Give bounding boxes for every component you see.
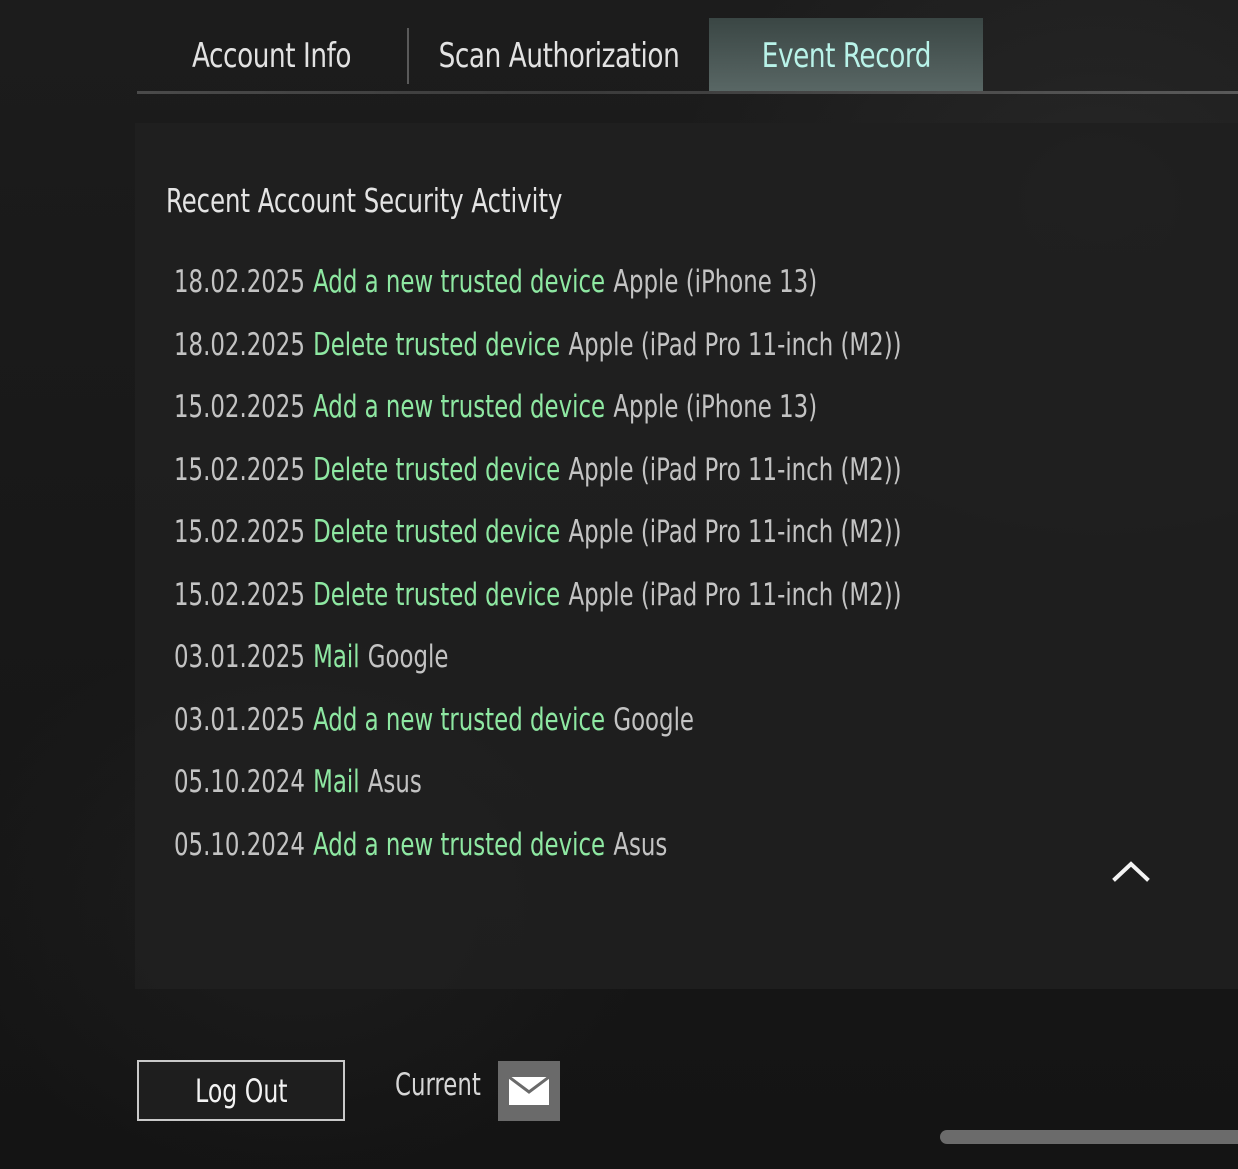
event-date: 15.02.2025 xyxy=(174,389,305,426)
event-row: 03.01.2025 Add a new trusted device Goog… xyxy=(174,689,902,752)
tab-account-info[interactable]: Account Info xyxy=(137,18,407,94)
event-action: Add a new trusted device xyxy=(313,826,606,863)
event-date: 18.02.2025 xyxy=(174,326,305,363)
event-row: 03.01.2025 Mail Google xyxy=(174,626,902,689)
event-device: Asus xyxy=(367,764,422,801)
event-action: Delete trusted device xyxy=(313,326,561,363)
tab-scan-authorization[interactable]: Scan Authorization xyxy=(409,18,709,94)
event-date: 15.02.2025 xyxy=(174,451,305,488)
event-row: 05.10.2024 Add a new trusted device Asus xyxy=(174,814,902,877)
panel-title: Recent Account Security Activity xyxy=(166,181,563,220)
tab-underline xyxy=(137,91,1238,94)
event-date: 05.10.2024 xyxy=(174,764,305,801)
event-action: Delete trusted device xyxy=(313,576,561,613)
event-action: Mail xyxy=(313,639,360,676)
logout-button[interactable]: Log Out xyxy=(137,1060,345,1121)
tab-label: Account Info xyxy=(192,36,352,76)
event-row: 18.02.2025 Delete trusted device Apple (… xyxy=(174,314,902,377)
event-date: 03.01.2025 xyxy=(174,701,305,738)
event-date: 03.01.2025 xyxy=(174,639,305,676)
event-row: 15.02.2025 Delete trusted device Apple (… xyxy=(174,501,902,564)
event-action: Add a new trusted device xyxy=(313,701,606,738)
event-list: 18.02.2025 Add a new trusted device Appl… xyxy=(174,251,1061,876)
event-row: 15.02.2025 Add a new trusted device Appl… xyxy=(174,376,902,439)
event-action: Delete trusted device xyxy=(313,514,561,551)
event-row: 15.02.2025 Delete trusted device Apple (… xyxy=(174,564,902,627)
event-device: Apple (iPad Pro 11-inch (M2)) xyxy=(568,451,902,488)
mail-button[interactable] xyxy=(498,1061,560,1121)
event-action: Add a new trusted device xyxy=(313,389,606,426)
chevron-up-icon[interactable] xyxy=(1112,858,1150,882)
logout-label: Log Out xyxy=(194,1071,288,1110)
tab-label: Scan Authorization xyxy=(438,36,680,76)
event-device: Apple (iPhone 13) xyxy=(613,389,818,426)
event-device: Apple (iPhone 13) xyxy=(613,264,818,301)
event-date: 15.02.2025 xyxy=(174,576,305,613)
event-date: 18.02.2025 xyxy=(174,264,305,301)
event-device: Apple (iPad Pro 11-inch (M2)) xyxy=(568,514,902,551)
event-record-panel: Recent Account Security Activity 18.02.2… xyxy=(135,123,1238,989)
current-label: Current xyxy=(395,1067,481,1103)
event-row: 15.02.2025 Delete trusted device Apple (… xyxy=(174,439,902,502)
event-device: Asus xyxy=(613,826,668,863)
event-action: Delete trusted device xyxy=(313,451,561,488)
event-device: Google xyxy=(367,639,449,676)
event-date: 05.10.2024 xyxy=(174,826,305,863)
event-action: Mail xyxy=(313,764,360,801)
tab-event-record[interactable]: Event Record xyxy=(709,18,983,94)
event-device: Google xyxy=(613,701,694,738)
horizontal-scrollbar[interactable] xyxy=(940,1130,1238,1144)
event-date: 15.02.2025 xyxy=(174,514,305,551)
envelope-icon xyxy=(509,1077,549,1105)
event-action: Add a new trusted device xyxy=(313,264,606,301)
event-row: 05.10.2024 Mail Asus xyxy=(174,751,902,814)
event-row: 18.02.2025 Add a new trusted device Appl… xyxy=(174,251,902,314)
event-device: Apple (iPad Pro 11-inch (M2)) xyxy=(568,576,902,613)
tab-bar: Account Info Scan Authorization Event Re… xyxy=(137,18,983,94)
tab-label: Event Record xyxy=(761,36,931,76)
event-device: Apple (iPad Pro 11-inch (M2)) xyxy=(568,326,902,363)
